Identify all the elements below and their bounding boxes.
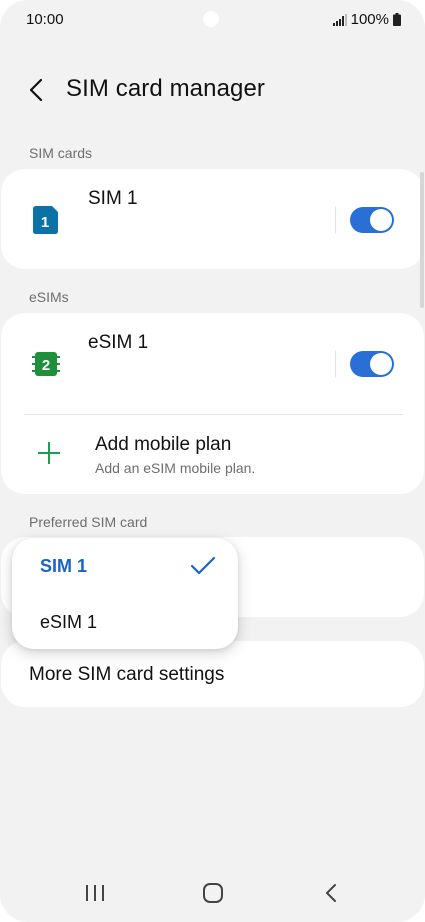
row-divider xyxy=(335,207,336,233)
toggle-knob xyxy=(370,353,392,375)
option-label: SIM 1 xyxy=(40,556,88,576)
add-plan-subtitle: Add an eSIM mobile plan. xyxy=(95,460,256,476)
scrollbar[interactable] xyxy=(420,172,424,308)
more-sim-settings-row[interactable]: More SIM card settings xyxy=(1,641,424,707)
battery-percent: 100% xyxy=(350,11,389,28)
chevron-left-icon[interactable] xyxy=(24,76,50,104)
more-sim-settings-label: More SIM card settings xyxy=(29,664,225,685)
back-nav-icon[interactable] xyxy=(320,882,344,904)
toggle-knob xyxy=(370,209,392,231)
page-title: SIM card manager xyxy=(66,75,266,102)
battery-icon xyxy=(393,13,401,26)
esim-2-icon-number: 2 xyxy=(42,357,50,374)
section-label-preferred: Preferred SIM card xyxy=(29,514,148,530)
option-label: eSIM 1 xyxy=(40,612,98,632)
checkmark-icon xyxy=(190,556,216,575)
sim-1-icon-number: 1 xyxy=(41,214,49,231)
status-indicators: 100% xyxy=(332,11,401,28)
row-divider xyxy=(335,351,336,377)
home-icon[interactable] xyxy=(201,882,225,904)
dropdown-option-sim-1[interactable]: SIM 1 xyxy=(12,538,238,593)
sim-cards-card: 1 SIM 1 xyxy=(1,169,424,269)
add-plan-title: Add mobile plan xyxy=(95,434,232,455)
recent-apps-icon[interactable] xyxy=(83,882,107,904)
front-camera xyxy=(203,11,219,27)
phone-screen: 10:00 100% SIM card manager SIM cards 1 … xyxy=(0,0,425,922)
section-label-sim-cards: SIM cards xyxy=(29,145,93,161)
esim-2-icon: 2 xyxy=(32,352,60,376)
plus-icon xyxy=(38,442,60,464)
section-label-esims: eSIMs xyxy=(29,289,69,305)
status-bar: 10:00 100% xyxy=(0,0,425,40)
esim-1-label: eSIM 1 xyxy=(88,332,149,353)
sim-1-label: SIM 1 xyxy=(88,188,138,209)
esim-1-toggle[interactable] xyxy=(350,351,394,377)
navigation-bar xyxy=(0,862,425,922)
app-header: SIM card manager xyxy=(0,66,425,114)
signal-icon xyxy=(332,13,347,26)
status-time: 10:00 xyxy=(26,11,64,28)
dropdown-option-esim-1[interactable]: eSIM 1 xyxy=(12,594,238,649)
preferred-sim-dropdown: SIM 1 eSIM 1 xyxy=(12,538,238,649)
sim-1-toggle[interactable] xyxy=(350,207,394,233)
sim-1-icon: 1 xyxy=(33,206,58,234)
